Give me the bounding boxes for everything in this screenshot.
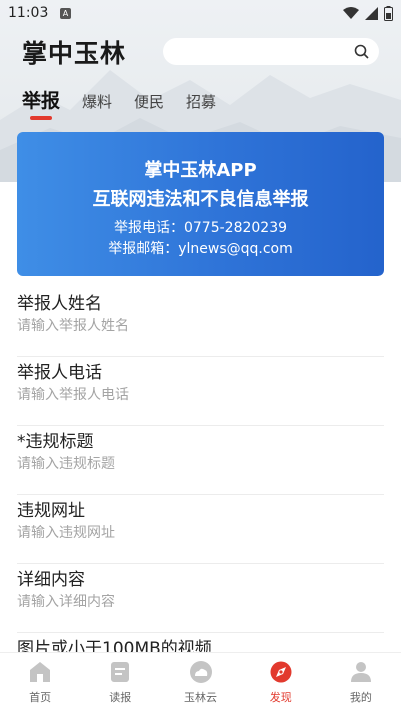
status-indicators (343, 6, 393, 21)
nav-profile[interactable]: 我的 (321, 653, 401, 714)
nav-label: 玉林云 (184, 691, 217, 704)
violation-title-input[interactable] (17, 456, 384, 472)
search-icon[interactable] (354, 44, 369, 59)
wifi-icon (343, 7, 359, 19)
field-label: 举报人姓名 (17, 294, 102, 314)
notification-icon: A (60, 8, 71, 19)
tab-report[interactable]: 举报 (22, 86, 60, 120)
nav-yulin-cloud[interactable]: 玉林云 (160, 653, 240, 714)
field-label: 详细内容 (17, 570, 85, 590)
field-reporter-phone: 举报人电话 (17, 357, 384, 426)
banner-subtitle: 互联网违法和不良信息举报 (92, 189, 309, 210)
field-label: 违规网址 (17, 501, 85, 521)
nav-label: 发现 (269, 691, 292, 704)
home-icon (30, 662, 51, 682)
nav-label: 读报 (109, 691, 132, 704)
status-time: 11:03 (8, 5, 49, 21)
tab-services[interactable]: 便民 (134, 91, 164, 112)
field-label: *违规标题 (17, 432, 94, 452)
banner-title: 掌中玉林APP (144, 160, 257, 181)
app-logo: 掌中玉林 (22, 39, 127, 68)
tab-recruit[interactable]: 招募 (186, 91, 216, 112)
nav-label: 首页 (29, 691, 52, 704)
app-header: 掌中玉林 (0, 34, 401, 70)
tab-tipoff[interactable]: 爆料 (82, 91, 112, 112)
nav-discover[interactable]: 发现 (241, 653, 321, 714)
reporter-phone-input[interactable] (17, 387, 384, 403)
newspaper-icon (111, 662, 130, 682)
cloud-icon (189, 661, 212, 683)
nav-newspaper[interactable]: 读报 (80, 653, 160, 714)
signal-icon (365, 7, 378, 20)
nav-label: 我的 (349, 691, 372, 704)
field-label: 举报人电话 (17, 363, 102, 383)
discover-icon (270, 661, 292, 683)
status-bar: 11:03 A (0, 0, 401, 28)
tab-bar: 举报 爆料 便民 招募 (22, 86, 216, 120)
banner-phone: 举报电话：0775-2820239 (113, 220, 288, 236)
field-violation-url: 违规网址 (17, 495, 384, 564)
battery-icon (384, 6, 393, 21)
violation-url-input[interactable] (17, 525, 384, 541)
bottom-navigation: 首页 读报 玉林云 发现 我的 (0, 652, 401, 714)
banner-email: 举报邮箱：ylnews@qq.com (108, 241, 293, 257)
field-violation-title: *违规标题 (17, 426, 384, 495)
field-details: 详细内容 (17, 564, 384, 633)
report-form: 举报人姓名 举报人电话 *违规标题 违规网址 详细内容 图片或小于100MB的视… (17, 288, 384, 702)
reporter-name-input[interactable] (17, 318, 384, 334)
nav-home[interactable]: 首页 (0, 653, 80, 714)
field-reporter-name: 举报人姓名 (17, 288, 384, 357)
search-bar[interactable] (163, 38, 379, 65)
details-input[interactable] (17, 594, 384, 610)
report-info-banner: 掌中玉林APP 互联网违法和不良信息举报 举报电话：0775-2820239 举… (17, 132, 384, 276)
user-icon (350, 662, 371, 682)
